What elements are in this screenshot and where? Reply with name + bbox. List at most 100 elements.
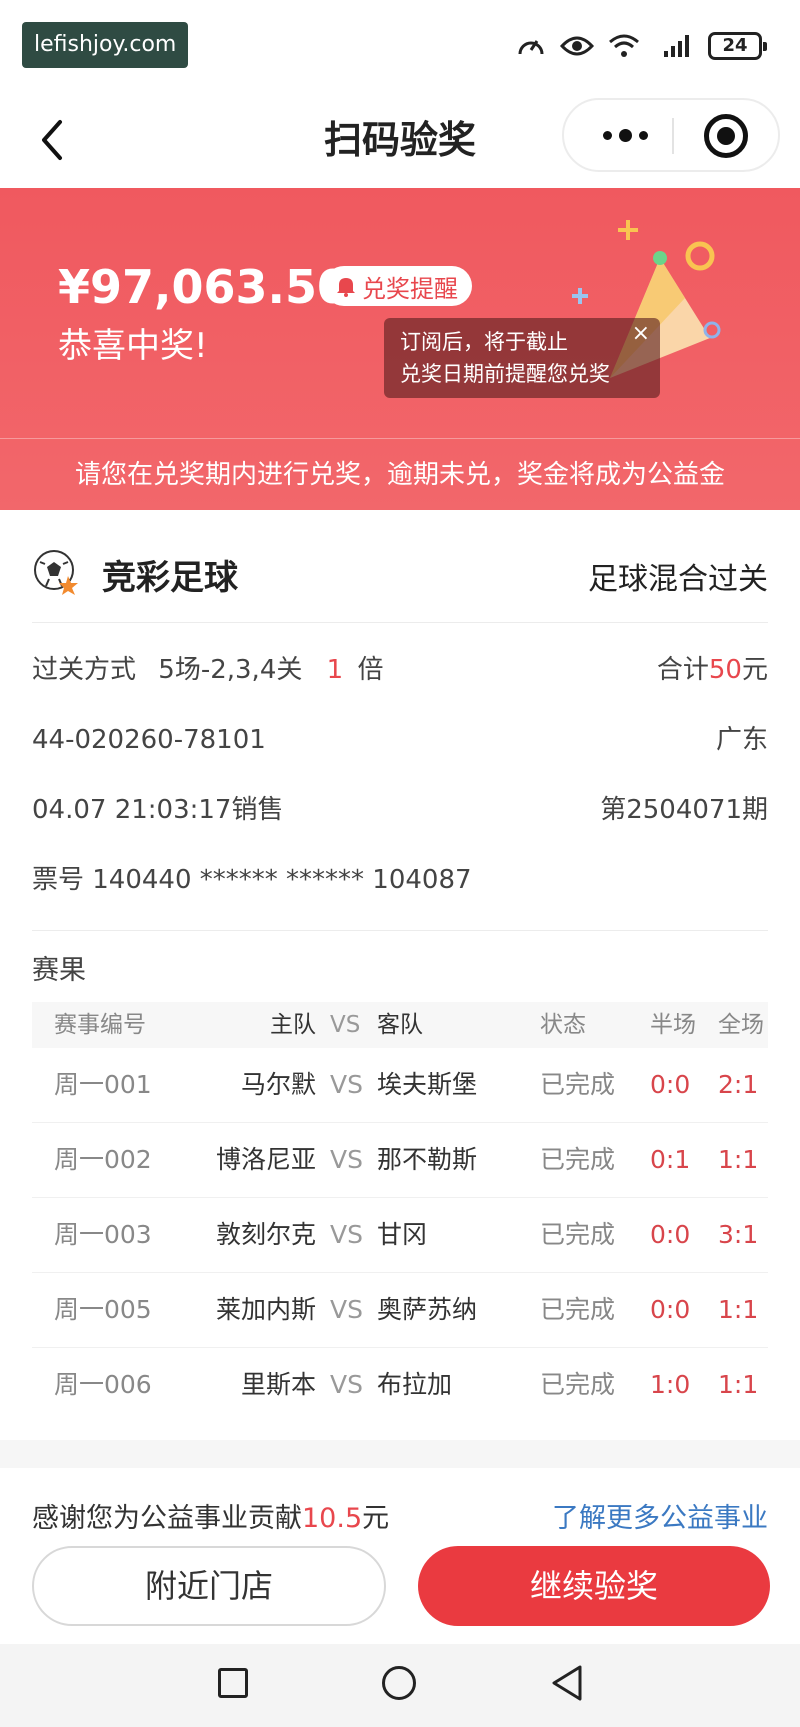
table-row: 周一002 博洛尼亚 VS 那不勒斯 已完成 0:1 1:1: [32, 1123, 768, 1197]
remind-label: 兑奖提醒: [362, 274, 458, 303]
full-score: 1:1: [718, 1295, 759, 1324]
multiple-number: 1: [326, 655, 344, 685]
reminder-tooltip: 订阅后，将于截止 兑奖日期前提醒您兑奖 ×: [384, 318, 660, 398]
soccer-ball-icon: [34, 550, 78, 595]
charity-thanks: 感谢您为公益事业贡献10.5元: [32, 1496, 389, 1535]
home-icon[interactable]: [382, 1666, 416, 1700]
more-menu-button[interactable]: [590, 100, 660, 170]
serial-number: 44-020260-78101: [32, 725, 266, 755]
away-team: 奥萨苏纳: [377, 1295, 478, 1324]
ticket-number-row: 票号 140440 ****** ****** 104087: [32, 860, 768, 900]
watermark: lefishjoy.com: [22, 22, 189, 68]
header-half: 半场: [650, 1012, 696, 1038]
status-bar: lefishjoy.com 24: [0, 0, 800, 92]
total-value: 50: [708, 655, 742, 685]
full-score: 1:1: [718, 1370, 759, 1399]
match-id: 周一003: [54, 1220, 152, 1249]
game-header: 竞彩足球 足球混合过关: [32, 540, 768, 606]
half-score: 0:0: [650, 1295, 691, 1324]
match-state: 已完成: [540, 1070, 616, 1099]
thanks-unit: 元: [362, 1503, 390, 1534]
status-icons: 24: [516, 26, 767, 66]
match-id: 周一005: [54, 1295, 152, 1324]
vs-label: VS: [330, 1295, 363, 1324]
vs-label: VS: [330, 1220, 363, 1249]
mini-program-capsule: [562, 98, 780, 172]
section-gap: [0, 1440, 800, 1468]
total-label: 合计: [656, 655, 709, 685]
serial-row: 44-020260-78101 广东: [32, 720, 768, 760]
battery-indicator: 24: [708, 32, 767, 60]
match-state: 已完成: [540, 1220, 616, 1249]
wifi-icon: [609, 34, 639, 57]
results-title: 赛果: [32, 955, 86, 986]
vs-label: VS: [330, 1070, 363, 1099]
home-team: 敦刻尔克: [215, 1220, 316, 1249]
multiple-unit: 倍: [357, 655, 384, 685]
half-score: 0:0: [650, 1220, 691, 1249]
match-id: 周一001: [54, 1070, 152, 1099]
header-home: 主队: [270, 1012, 316, 1038]
home-team: 马尔默: [240, 1070, 316, 1099]
charity-amount: 10.5: [302, 1503, 363, 1534]
nearby-store-button[interactable]: 附近门店: [32, 1546, 386, 1626]
recent-apps-icon[interactable]: [218, 1668, 248, 1698]
away-team: 埃夫斯堡: [377, 1070, 478, 1099]
home-team: 博洛尼亚: [215, 1145, 316, 1174]
continue-check-button[interactable]: 继续验奖: [418, 1546, 770, 1626]
prize-amount: ¥97,063.50: [58, 260, 350, 314]
half-score: 0:0: [650, 1070, 691, 1099]
vs-label: VS: [330, 1145, 363, 1174]
nav-bar: 扫码验奖: [0, 92, 800, 188]
learn-more-link[interactable]: 了解更多公益事业: [552, 1496, 768, 1535]
header-id: 赛事编号: [54, 1012, 146, 1038]
away-team: 布拉加: [377, 1370, 453, 1399]
pass-label: 过关方式: [32, 655, 137, 685]
match-id: 周一006: [54, 1370, 152, 1399]
match-state: 已完成: [540, 1145, 616, 1174]
speed-icon: [518, 40, 544, 55]
header-full: 全场: [718, 1012, 764, 1038]
divider: [32, 930, 768, 931]
header-away: 客队: [377, 1012, 423, 1038]
thanks-prefix: 感谢您为公益事业贡献: [32, 1503, 302, 1534]
bell-icon: [337, 278, 355, 297]
match-state: 已完成: [540, 1370, 616, 1399]
vs-label: VS: [330, 1370, 363, 1399]
full-score: 1:1: [718, 1145, 759, 1174]
prize-banner: ¥97,063.50 兑奖提醒 恭喜中奖! 订阅后，将于截止 兑奖日期前提醒您兑…: [0, 188, 800, 510]
half-score: 0:1: [650, 1145, 691, 1174]
tooltip-close-icon[interactable]: ×: [632, 320, 650, 348]
prize-reminder-button[interactable]: 兑奖提醒: [324, 266, 472, 306]
table-row: 周一006 里斯本 VS 布拉加 已完成 1:0 1:1: [32, 1348, 768, 1422]
home-team: 莱加内斯: [215, 1295, 316, 1324]
sale-time: 04.07 21:03:17销售: [32, 795, 284, 825]
congrats-text: 恭喜中奖!: [58, 326, 208, 366]
pass-info-row: 过关方式 5场-2,3,4关 1 倍 合计50元: [32, 650, 768, 690]
claim-deadline-note: 请您在兑奖期内进行兑奖，逾期未兑，奖金将成为公益金: [0, 438, 800, 510]
ticket-number: 票号 140440 ****** ****** 104087: [32, 865, 472, 895]
pass-value: 5场-2,3,4关: [158, 655, 303, 685]
close-mini-program-button[interactable]: [704, 114, 748, 158]
table-row: 周一005 莱加内斯 VS 奥萨苏纳 已完成 0:0 1:1: [32, 1273, 768, 1347]
home-team: 里斯本: [240, 1370, 316, 1399]
table-row: 周一003 敦刻尔克 VS 甘冈 已完成 0:0 3:1: [32, 1198, 768, 1272]
game-name: 竞彩足球: [102, 558, 238, 598]
full-score: 2:1: [718, 1070, 759, 1099]
back-triangle-icon[interactable]: [550, 1664, 584, 1702]
away-team: 那不勒斯: [377, 1145, 478, 1174]
half-score: 1:0: [650, 1370, 691, 1399]
away-team: 甘冈: [377, 1220, 428, 1249]
province: 广东: [715, 725, 768, 755]
tooltip-line-2: 兑奖日期前提醒您兑奖: [400, 362, 610, 386]
issue-number: 第2504071期: [600, 795, 768, 825]
sale-row: 04.07 21:03:17销售 第2504071期: [32, 790, 768, 830]
capsule-divider: [672, 118, 674, 154]
eye-icon: [560, 36, 594, 56]
game-type: 足球混合过关: [588, 562, 768, 597]
tooltip-line-1: 订阅后，将于截止: [400, 330, 568, 354]
header-vs: VS: [330, 1012, 361, 1038]
full-score: 3:1: [718, 1220, 759, 1249]
system-nav-bar: [0, 1644, 800, 1727]
results-table-header: 赛事编号 主队 VS 客队 状态 半场 全场: [32, 1002, 768, 1048]
